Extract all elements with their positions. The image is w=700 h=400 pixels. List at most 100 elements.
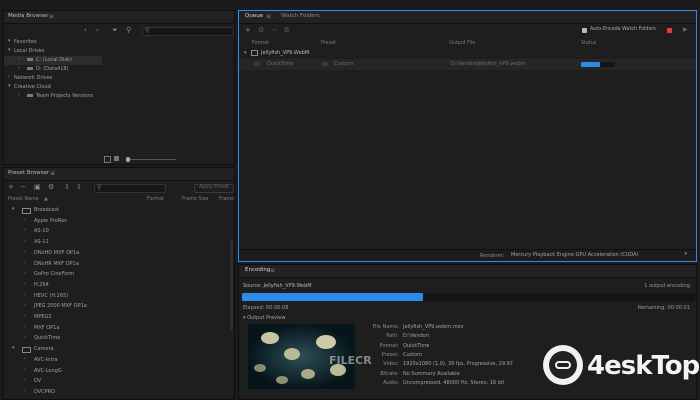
preset-list-item[interactable]: › AVC-Intra xyxy=(4,356,229,365)
preset-list-item[interactable]: › DVCPRO xyxy=(4,388,229,397)
preset-search-input[interactable]: ⚲ xyxy=(94,184,166,193)
chevron-right-icon[interactable]: › xyxy=(24,227,26,233)
export-icon[interactable]: ⇧ xyxy=(76,184,82,191)
chevron-right-icon[interactable]: › xyxy=(8,74,10,80)
preset-list-item[interactable]: › QuickTime xyxy=(4,334,229,343)
col-format[interactable]: Format xyxy=(147,197,164,202)
media-tree-item[interactable]: › Team Projects Versions xyxy=(4,92,104,101)
panel-menu-icon[interactable]: ≡ xyxy=(49,13,54,20)
forward-icon[interactable]: › xyxy=(96,27,99,34)
preset-list-item[interactable]: › HEVC (H.265) xyxy=(4,292,229,301)
media-tree-item[interactable]: › D: (Data418) xyxy=(4,65,104,74)
preset-list-item[interactable]: ▾ Broadcast xyxy=(4,206,229,215)
col-preset[interactable]: Preset xyxy=(321,41,336,46)
col-frame[interactable]: Frame xyxy=(219,197,234,202)
chevron-right-icon[interactable]: › xyxy=(24,260,26,266)
media-tree-item[interactable]: › C: (Local Disk) xyxy=(4,56,102,65)
chevron-right-icon[interactable]: › xyxy=(24,313,26,319)
queue-group-row[interactable]: ▾ Jellyfish_VP9.WebM xyxy=(239,49,696,58)
view-toggle-icon[interactable] xyxy=(114,156,119,161)
chevron-right-icon[interactable]: › xyxy=(24,324,26,330)
apply-preset-button[interactable]: Apply Preset xyxy=(194,184,234,193)
col-status[interactable]: Status xyxy=(581,41,596,46)
sort-up-icon[interactable]: ▲ xyxy=(44,196,48,202)
preset-list-item[interactable]: › MPEG2 xyxy=(4,313,229,322)
chevron-right-icon[interactable]: › xyxy=(24,377,26,383)
auto-encode-checkbox[interactable] xyxy=(582,28,587,33)
chevron-right-icon[interactable]: › xyxy=(18,92,20,98)
chevron-down-icon[interactable]: ▾ xyxy=(12,206,15,212)
remove-icon[interactable]: − xyxy=(272,27,278,34)
preset-dropdown-icon[interactable] xyxy=(322,62,328,66)
tab-watch-folders[interactable]: Watch Folders xyxy=(281,13,320,19)
preset-list-item[interactable]: › GoPro CineForm xyxy=(4,270,229,279)
chevron-right-icon[interactable]: › xyxy=(24,388,26,394)
renderer-dropdown[interactable]: Mercury Playback Engine GPU Acceleration… xyxy=(509,251,689,258)
import-icon[interactable]: ⇩ xyxy=(64,184,70,191)
col-preset-name[interactable]: Preset Name xyxy=(8,197,39,202)
preset-list-item[interactable]: ▾ Camera xyxy=(4,345,229,354)
panel-menu-icon[interactable]: ≡ xyxy=(266,13,271,20)
chevron-right-icon[interactable]: › xyxy=(24,238,26,244)
preset-list-item[interactable]: › DNxHD MXF OP1a xyxy=(4,249,229,258)
preset-list-item[interactable]: › AS-11 xyxy=(4,238,229,247)
chevron-right-icon[interactable]: › xyxy=(24,367,26,373)
chevron-down-icon[interactable]: ▾ xyxy=(12,345,15,351)
chevron-right-icon[interactable]: › xyxy=(24,217,26,223)
chevron-right-icon[interactable]: › xyxy=(24,334,26,340)
preset-list-item[interactable]: › JPEG 2000 MXF OP1a xyxy=(4,302,229,311)
chevron-down-icon[interactable]: ▾ xyxy=(8,83,11,89)
stop-queue-button[interactable] xyxy=(667,28,672,33)
zoom-slider-handle[interactable] xyxy=(126,157,130,162)
new-group-icon[interactable]: ▣ xyxy=(34,184,41,191)
media-search-input[interactable]: ⚲ xyxy=(142,27,234,36)
chevron-right-icon[interactable]: › xyxy=(18,65,20,71)
chevron-down-icon[interactable]: ▾ xyxy=(8,38,11,44)
chevron-right-icon[interactable]: › xyxy=(24,281,26,287)
start-queue-icon[interactable]: ▶ xyxy=(683,26,688,33)
queue-job-row[interactable]: QuickTime Custom D:\Vendor\Jellyfish_VP9… xyxy=(239,59,696,70)
view-options-icon[interactable]: ⚲ xyxy=(126,27,131,34)
back-icon[interactable]: ‹ xyxy=(84,27,87,34)
panel-menu-icon[interactable]: ≡ xyxy=(50,170,55,177)
add-source-icon[interactable]: + xyxy=(245,27,251,34)
preset-list-item[interactable]: › AS-10 xyxy=(4,227,229,236)
settings-icon[interactable]: ⚙ xyxy=(258,27,264,34)
preset-list-item[interactable]: › AVC-LongG xyxy=(4,367,229,376)
expand-icon[interactable]: ▾ xyxy=(244,50,247,56)
job-preset[interactable]: Custom xyxy=(334,61,353,67)
chevron-right-icon[interactable]: › xyxy=(24,270,26,276)
chevron-right-icon[interactable]: › xyxy=(24,249,26,255)
view-toggle-list[interactable] xyxy=(104,156,111,163)
preset-list-item[interactable]: › MXF OP1a xyxy=(4,324,229,333)
col-output-file[interactable]: Output File xyxy=(449,41,475,46)
job-output-file[interactable]: D:\Vendor\Jellyfish_VP9.webm xyxy=(451,61,526,67)
chevron-right-icon[interactable]: › xyxy=(24,302,26,308)
output-preview-toggle[interactable]: ▾ Output Preview xyxy=(243,315,286,321)
preset-scrollbar[interactable] xyxy=(230,240,233,330)
duplicate-icon[interactable]: ⧉ xyxy=(284,27,289,34)
media-tree-item[interactable]: › Network Drives xyxy=(4,74,104,83)
filter-icon[interactable]: ⏷ xyxy=(112,27,118,34)
chevron-right-icon[interactable]: › xyxy=(18,56,20,62)
remove-preset-icon[interactable]: − xyxy=(20,184,26,191)
preset-list-item[interactable]: › DV xyxy=(4,377,229,386)
settings-icon[interactable]: ⚙ xyxy=(48,184,54,191)
col-format[interactable]: Format xyxy=(252,41,269,46)
chevron-down-icon[interactable]: ▾ xyxy=(8,47,11,53)
format-dropdown-icon[interactable] xyxy=(254,62,260,66)
media-tree-item[interactable]: ▾ Creative Cloud xyxy=(4,83,104,92)
tab-queue[interactable]: Queue xyxy=(245,13,263,19)
chevron-right-icon[interactable]: › xyxy=(24,292,26,298)
preset-list-item[interactable]: › DNxHR MXF OP1a xyxy=(4,260,229,269)
col-frame-size[interactable]: Frame Size xyxy=(182,197,208,202)
media-tree-item[interactable]: ▾ Favorites xyxy=(4,38,104,47)
add-preset-icon[interactable]: + xyxy=(8,184,14,191)
panel-menu-icon[interactable]: ≡ xyxy=(270,267,275,274)
zoom-slider[interactable] xyxy=(126,157,176,162)
media-tree-item[interactable]: ▾ Local Drives xyxy=(4,47,104,56)
preset-list-item[interactable]: › Apple ProRes xyxy=(4,217,229,226)
chevron-right-icon[interactable]: › xyxy=(24,356,26,362)
preset-list-item[interactable]: › H.264 xyxy=(4,281,229,290)
job-format[interactable]: QuickTime xyxy=(267,61,293,67)
